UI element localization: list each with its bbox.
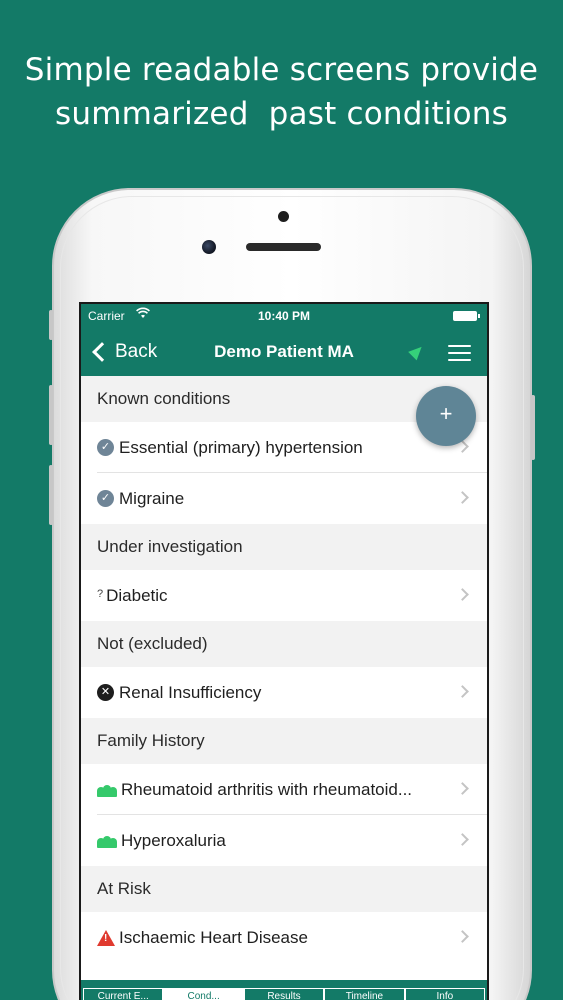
- list-item[interactable]: ✓ Migraine: [81, 473, 487, 524]
- front-camera: [202, 240, 216, 254]
- list-item[interactable]: Ischaemic Heart Disease: [81, 912, 487, 963]
- proximity-sensor: [278, 211, 289, 222]
- conditions-list: Known conditions ✓ Essential (primary) h…: [81, 376, 487, 963]
- family-icon: [97, 783, 117, 797]
- marketing-headline: Simple readable screens provide summariz…: [0, 48, 563, 136]
- warning-icon: [97, 929, 115, 946]
- section-header-at-risk: At Risk: [81, 866, 487, 912]
- section-header-not-excluded: Not (excluded): [81, 621, 487, 667]
- chevron-right-icon: [456, 491, 469, 504]
- status-bar: Carrier 10:40 PM: [81, 304, 487, 328]
- check-circle-icon: ✓: [97, 439, 114, 456]
- battery-icon: [453, 311, 480, 321]
- check-circle-icon: ✓: [97, 490, 114, 507]
- condition-label: Essential (primary) hypertension: [119, 437, 363, 457]
- tab-results[interactable]: Results: [243, 988, 325, 1000]
- page-title: Demo Patient MA: [214, 342, 354, 361]
- condition-label: Migraine: [119, 488, 185, 508]
- clock-time: 10:40 PM: [257, 309, 311, 323]
- tab-info[interactable]: Info: [404, 988, 486, 1000]
- phone-power-button: [531, 395, 535, 460]
- tab-bar: Current E... Cond... Results Timeline In…: [81, 980, 487, 1000]
- condition-label: Diabetic: [106, 585, 168, 605]
- chevron-right-icon: [456, 685, 469, 698]
- chevron-right-icon: [456, 588, 469, 601]
- list-item[interactable]: ? Diabetic: [81, 570, 487, 621]
- list-item[interactable]: Hyperoxaluria: [81, 815, 487, 866]
- chevron-right-icon: [456, 930, 469, 943]
- phone-volume-up: [49, 385, 53, 445]
- chevron-right-icon: [456, 782, 469, 795]
- headline-line-2: summarized past conditions: [55, 96, 508, 132]
- phone-mute-switch: [49, 310, 53, 340]
- tab-conditions[interactable]: Cond...: [163, 988, 244, 1000]
- chevron-right-icon: [456, 833, 469, 846]
- tab-timeline[interactable]: Timeline: [324, 988, 405, 1000]
- headline-line-1: Simple readable screens provide: [24, 52, 539, 88]
- family-icon: [97, 834, 117, 848]
- hamburger-menu-icon[interactable]: [448, 345, 471, 361]
- condition-label: Ischaemic Heart Disease: [119, 927, 308, 947]
- condition-label: Renal Insufficiency: [119, 682, 262, 702]
- section-header-family-history: Family History: [81, 718, 487, 764]
- add-condition-button[interactable]: +: [416, 386, 476, 446]
- condition-label: Rheumatoid arthritis with rheumatoid...: [121, 779, 413, 799]
- list-item[interactable]: ✕ Renal Insufficiency: [81, 667, 487, 718]
- tab-current-encounter[interactable]: Current E...: [83, 988, 164, 1000]
- question-icon: ?: [97, 587, 104, 600]
- condition-label: Hyperoxaluria: [121, 830, 226, 850]
- list-item[interactable]: Rheumatoid arthritis with rheumatoid...: [81, 764, 487, 815]
- phone-volume-down: [49, 465, 53, 525]
- app-screen: Carrier 10:40 PM Back Demo Patient MA Kn…: [79, 302, 489, 1000]
- earpiece-speaker: [246, 243, 321, 251]
- navigation-bar: Back Demo Patient MA: [81, 328, 487, 376]
- x-circle-icon: ✕: [97, 684, 114, 701]
- section-header-under-investigation: Under investigation: [81, 524, 487, 570]
